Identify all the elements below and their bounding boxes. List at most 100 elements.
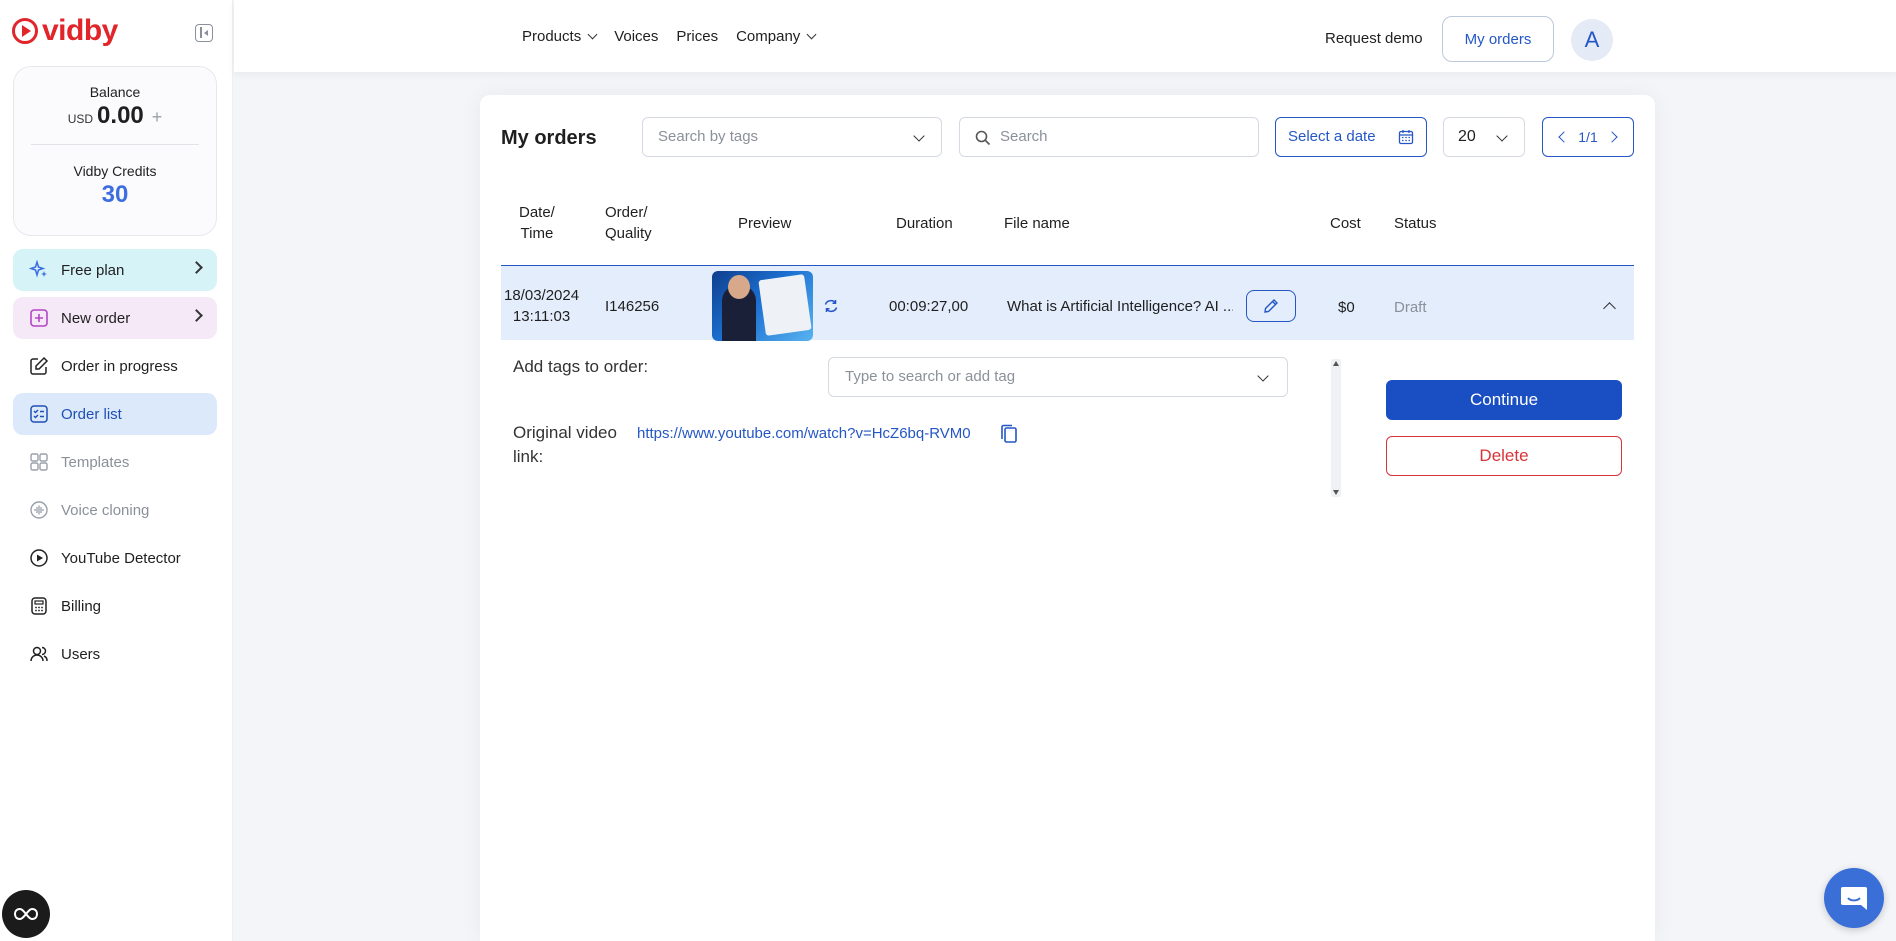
per-page-value: 20 [1458, 128, 1476, 145]
sidebar-nav: Free plan New order Order in progress Or… [13, 249, 217, 681]
row-date-time: 18/03/2024 13:11:03 [504, 285, 579, 327]
edit-file-name-button[interactable] [1246, 290, 1296, 322]
sidebar-item-new-order[interactable]: New order [13, 297, 217, 339]
detail-scrollbar[interactable] [1331, 359, 1341, 497]
column-header-cost: Cost [1330, 215, 1361, 232]
tag-input[interactable]: Type to search or add tag [828, 357, 1288, 397]
sidebar-item-billing[interactable]: Billing [13, 585, 217, 627]
nav-company[interactable]: Company [736, 28, 815, 45]
original-video-link-label: Original video link: [513, 423, 617, 466]
nav-voices[interactable]: Voices [614, 28, 658, 45]
avatar[interactable]: A [1571, 19, 1613, 61]
chevron-down-icon [913, 130, 925, 142]
infinity-icon [13, 907, 39, 921]
column-header-preview: Preview [738, 215, 792, 232]
row-time: 13:11:03 [512, 308, 571, 325]
sidebar-item-label: YouTube Detector [61, 549, 181, 567]
chat-widget-button[interactable] [1824, 868, 1884, 928]
top-nav: Products Voices Prices Company [522, 28, 815, 45]
column-header-status: Status [1394, 215, 1437, 232]
sidebar-item-templates[interactable]: Templates [13, 441, 217, 483]
balance-currency: USD [67, 112, 94, 126]
video-preview-thumbnail[interactable] [712, 271, 813, 341]
page-title: My orders [501, 127, 597, 149]
column-header-file-name: File name [1004, 215, 1070, 232]
sidebar-item-label: New order [61, 309, 131, 327]
my-orders-button[interactable]: My orders [1442, 16, 1554, 62]
scroll-up-icon[interactable] [1333, 361, 1339, 366]
row-status: Draft [1394, 299, 1427, 316]
search-placeholder: Search [1000, 128, 1048, 145]
nav-products[interactable]: Products [522, 28, 596, 45]
play-logo-icon [12, 18, 38, 44]
date-picker-label: Select a date [1288, 128, 1376, 145]
users-icon [29, 644, 49, 664]
sidebar-item-label: Billing [61, 597, 102, 615]
chevron-down-icon [1257, 370, 1269, 382]
play-circle-icon [29, 548, 49, 568]
sidebar-item-users[interactable]: Users [13, 633, 217, 675]
credits-label: Vidby Credits [73, 163, 157, 179]
refresh-icon[interactable] [823, 298, 839, 314]
scroll-down-icon[interactable] [1333, 490, 1339, 495]
sidebar-item-label: Free plan [61, 261, 125, 279]
balance-amount: 0.00 [97, 102, 144, 129]
logo-text-suffix: by [83, 14, 119, 47]
original-video-link[interactable]: https://www.youtube.com/watch?v=HcZ6bq-R… [637, 425, 971, 442]
sidebar-item-order-in-progress[interactable]: Order in progress [13, 345, 217, 387]
sidebar-item-free-plan[interactable]: Free plan [13, 249, 217, 291]
next-page-icon[interactable] [1606, 131, 1618, 143]
sidebar-item-voice-cloning[interactable]: Voice cloning [13, 489, 217, 531]
prev-page-icon[interactable] [1558, 131, 1570, 143]
page-indicator: 1/1 [1578, 129, 1598, 145]
chat-bubble-icon [1841, 887, 1867, 910]
waveform-icon [29, 500, 49, 520]
row-cost: $0 [1338, 299, 1355, 316]
column-header-date: Date/ Time [519, 204, 555, 242]
sidebar-item-youtube-detector[interactable]: YouTube Detector [13, 537, 217, 579]
search-input[interactable]: Search [959, 117, 1259, 157]
row-order-id: I146256 [605, 298, 660, 315]
date-picker-button[interactable]: Select a date [1275, 117, 1427, 157]
add-balance-button[interactable]: + [152, 107, 163, 128]
nav-prices[interactable]: Prices [676, 28, 718, 45]
tag-input-placeholder: Type to search or add tag [845, 368, 1016, 385]
vidby-logo[interactable]: vidby [12, 14, 118, 48]
column-header-duration: Duration [896, 215, 953, 232]
sidebar-item-label: Users [61, 645, 101, 663]
row-duration: 00:09:27,00 [889, 298, 969, 315]
list-icon [29, 404, 49, 424]
chevron-right-icon [190, 261, 203, 274]
column-header-order: Order/ Quality [605, 204, 652, 242]
row-file-name: What is Artificial Intelligence? AI ... [1007, 298, 1233, 315]
chevron-down-icon [1496, 130, 1508, 142]
plus-square-icon [29, 308, 49, 328]
sidebar-item-label: Voice cloning [61, 501, 150, 519]
balance-label: Balance [89, 84, 141, 100]
balance-card: Balance USD 0.00 + Vidby Credits 30 [13, 66, 217, 236]
tags-filter-select[interactable]: Search by tags [642, 117, 942, 157]
add-tags-label: Add tags to order: [513, 357, 649, 376]
request-demo-link[interactable]: Request demo [1325, 30, 1423, 47]
pagination: 1/1 [1542, 117, 1634, 157]
sidebar-item-label: Templates [61, 453, 130, 471]
sidebar-item-label: Order in progress [61, 357, 178, 375]
tags-filter-placeholder: Search by tags [658, 128, 759, 145]
sidebar-item-label: Order list [61, 405, 122, 423]
pencil-icon [1264, 299, 1278, 313]
grid-icon [29, 452, 49, 472]
edit-icon [29, 356, 49, 376]
sidebar-item-order-list[interactable]: Order list [13, 393, 217, 435]
calendar-icon [1398, 130, 1414, 145]
copy-icon[interactable] [1000, 424, 1018, 444]
credits-value: 30 [101, 181, 129, 208]
collapse-sidebar-icon[interactable] [195, 24, 213, 42]
card-divider [31, 144, 199, 145]
chevron-right-icon [190, 309, 203, 322]
sidebar: vidby Balance USD 0.00 + Vidby Credits 3… [0, 0, 233, 941]
per-page-select[interactable]: 20 [1443, 117, 1525, 157]
delete-button[interactable]: Delete [1386, 436, 1622, 476]
row-date: 18/03/2024 [504, 287, 580, 304]
continue-button[interactable]: Continue [1386, 380, 1622, 420]
accessibility-widget-button[interactable] [2, 890, 50, 938]
